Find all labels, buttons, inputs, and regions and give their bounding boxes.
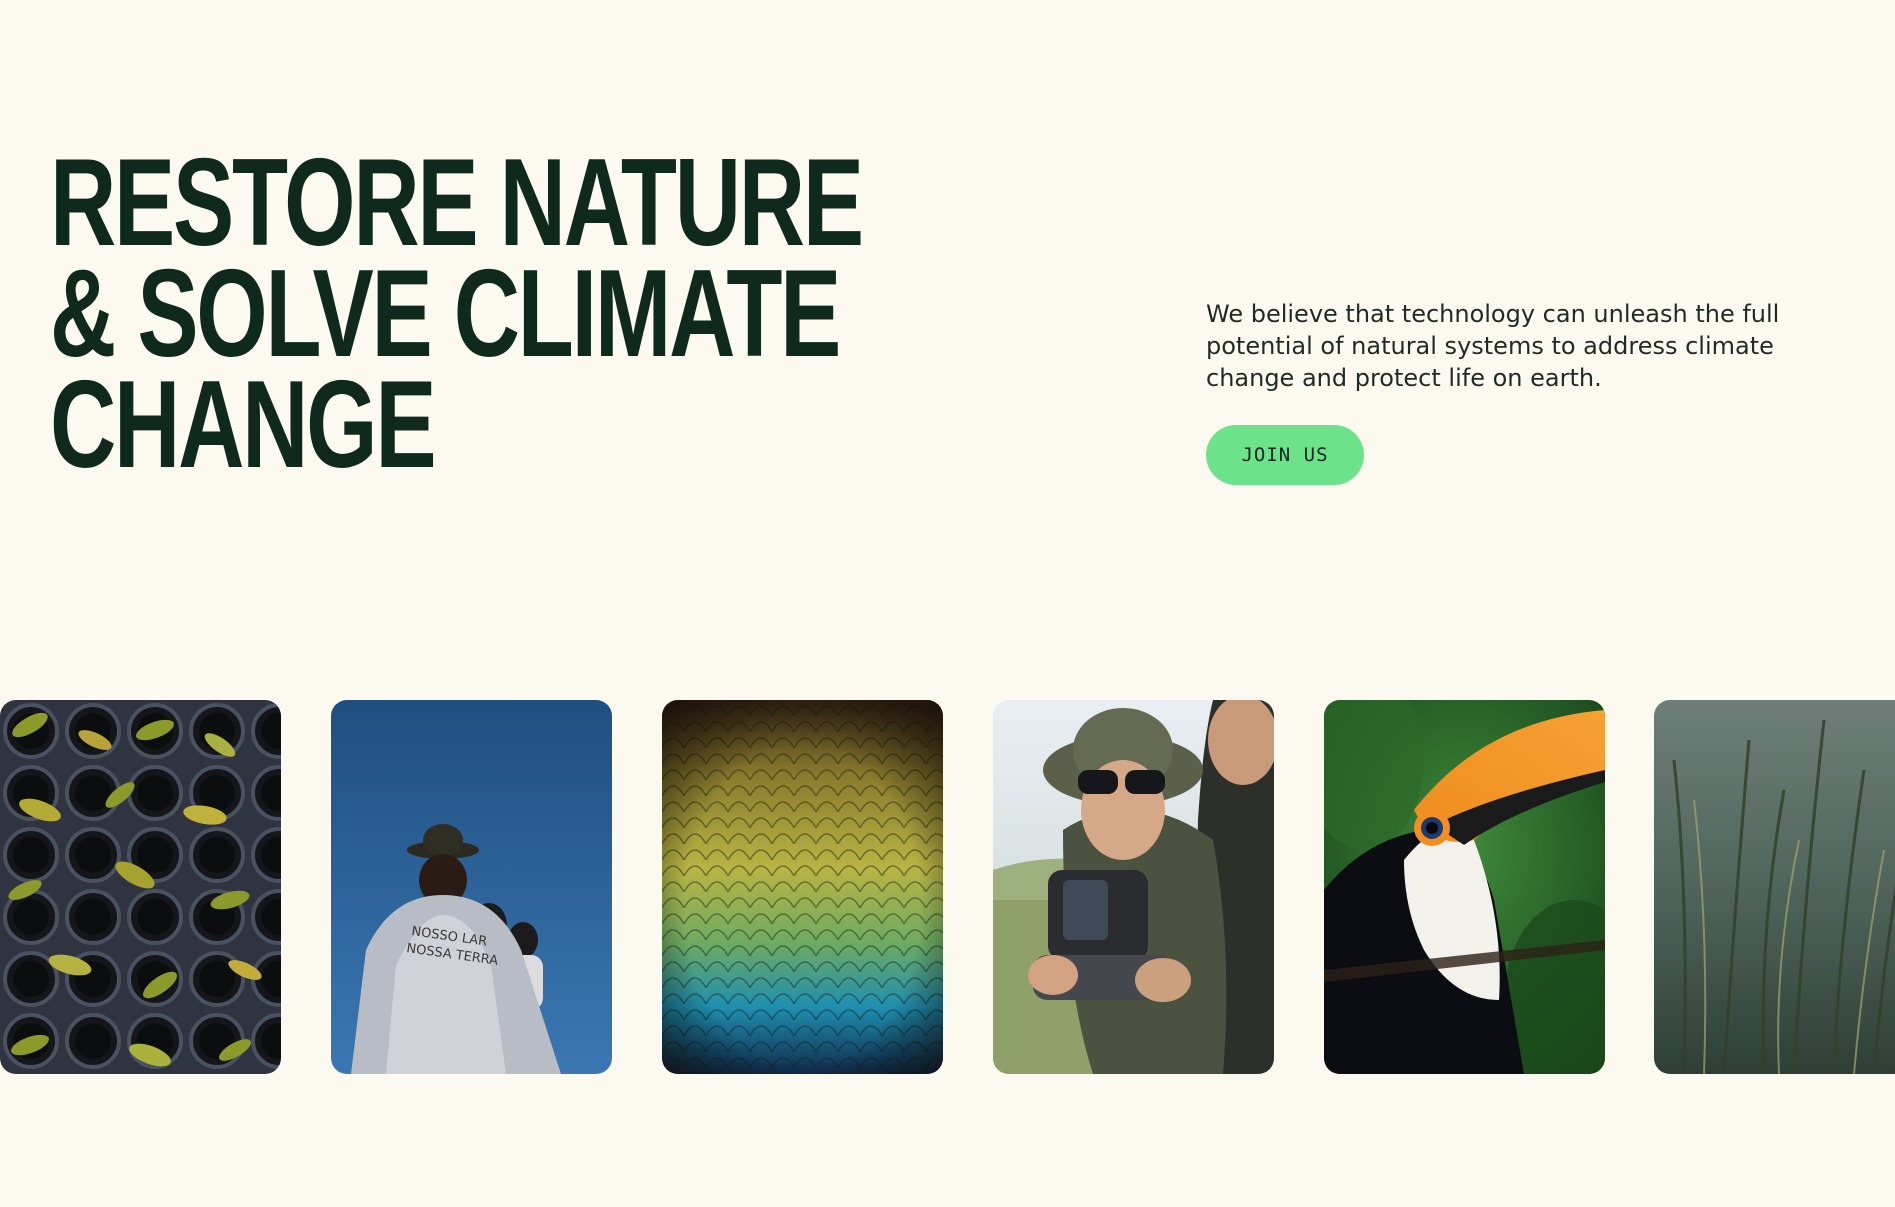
toucan-photo: [1324, 700, 1605, 1074]
mission-statement: We believe that technology can unleash t…: [1206, 300, 1780, 392]
hero-title-line: & SOLVE CLIMATE: [50, 245, 841, 383]
volunteers-walking-photo: NOSSO LAR NOSSA TERRA: [331, 700, 612, 1074]
hero-title-line: CHANGE: [50, 356, 437, 494]
wetland-grass-photo: [1654, 700, 1895, 1074]
peacock-feathers-photo: [662, 700, 943, 1074]
join-us-button[interactable]: JOIN US: [1206, 425, 1364, 485]
seedling-tray-photo: [0, 700, 281, 1074]
field-team-drone-photo: [993, 700, 1274, 1074]
photo-gallery[interactable]: NOSSO LAR NOSSA TERRA: [0, 700, 1895, 1074]
hero-title: RESTORE NATURE & SOLVE CLIMATE CHANGE: [50, 134, 864, 494]
hero-title-line: RESTORE NATURE: [50, 134, 864, 272]
